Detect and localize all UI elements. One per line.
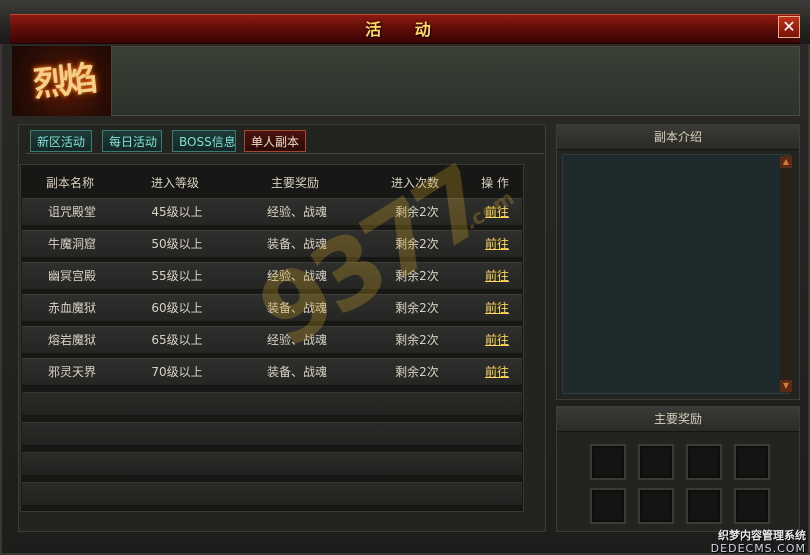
tab-solo-dungeon[interactable]: 单人副本 <box>244 130 306 152</box>
dungeon-times: 剩余2次 <box>395 205 439 219</box>
dungeon-times: 剩余2次 <box>395 365 439 379</box>
table-row: 牛魔洞窟 50级以上 装备、战魂 剩余2次 前往 <box>22 230 522 258</box>
reward-slot[interactable] <box>638 488 674 524</box>
tab-daily-activity[interactable]: 每日活动 <box>102 130 162 152</box>
scroll-down-icon[interactable]: ▼ <box>780 380 792 392</box>
dungeon-name: 赤血魔狱 <box>47 301 96 315</box>
reward-slot[interactable] <box>590 444 626 480</box>
table-row: 幽冥宫殿 55级以上 经验、战魂 剩余2次 前往 <box>22 262 522 290</box>
dungeon-name: 邪灵天界 <box>47 365 96 379</box>
empty-table-row <box>22 452 522 476</box>
table-row: 邪灵天界 70级以上 装备、战魂 剩余2次 前往 <box>22 358 522 386</box>
dungeon-times: 剩余2次 <box>395 301 439 315</box>
dungeon-reward: 装备、战魂 <box>266 301 327 315</box>
dungeon-reward: 经验、战魂 <box>266 333 327 347</box>
dungeon-level: 45级以上 <box>151 205 203 219</box>
go-button[interactable]: 前往 <box>485 237 509 251</box>
dungeon-reward: 装备、战魂 <box>266 237 327 251</box>
credit-watermark: 织梦内容管理系统 <box>718 529 806 542</box>
header-name: 副本名称 <box>45 176 94 190</box>
table-row: 熔岩魔狱 65级以上 经验、战魂 剩余2次 前往 <box>22 326 522 354</box>
dungeon-name: 牛魔洞窟 <box>47 237 96 251</box>
reward-panel-title: 主要奖励 <box>557 407 799 432</box>
window-title: 活 动 <box>365 20 445 39</box>
dungeon-intro-title: 副本介绍 <box>557 125 799 150</box>
intro-scrollbar[interactable]: ▲ ▼ <box>780 156 792 392</box>
reward-slot[interactable] <box>686 444 722 480</box>
table-row: 赤血魔狱 60级以上 装备、战魂 剩余2次 前往 <box>22 294 522 322</box>
dungeon-name: 诅咒殿堂 <box>47 205 96 219</box>
dungeon-level: 60级以上 <box>151 301 203 315</box>
go-button[interactable]: 前往 <box>485 269 509 283</box>
reward-slot[interactable] <box>734 488 770 524</box>
header-action: 操 作 <box>481 176 509 190</box>
go-button[interactable]: 前往 <box>485 365 509 379</box>
table-header: 副本名称 进入等级 主要奖励 进入次数 操 作 <box>20 174 524 196</box>
dungeon-reward: 经验、战魂 <box>266 205 327 219</box>
dungeon-level: 70级以上 <box>151 365 203 379</box>
dungeon-times: 剩余2次 <box>395 269 439 283</box>
go-button[interactable]: 前往 <box>485 301 509 315</box>
empty-table-row <box>22 422 522 446</box>
dungeon-intro-content <box>562 154 790 394</box>
credit-watermark-url: DEDECMS.COM <box>710 542 806 555</box>
dungeon-level: 65级以上 <box>151 333 203 347</box>
header-level: 进入等级 <box>150 176 199 190</box>
scroll-up-icon[interactable]: ▲ <box>780 156 792 168</box>
header-times: 进入次数 <box>390 176 439 190</box>
dungeon-times: 剩余2次 <box>395 333 439 347</box>
dungeon-name: 幽冥宫殿 <box>47 269 96 283</box>
empty-table-row <box>22 482 522 506</box>
reward-slot[interactable] <box>734 444 770 480</box>
reward-slot[interactable] <box>686 488 722 524</box>
reward-slot[interactable] <box>590 488 626 524</box>
dungeon-reward: 经验、战魂 <box>266 269 327 283</box>
header-reward: 主要奖励 <box>270 176 319 190</box>
dungeon-level: 55级以上 <box>151 269 203 283</box>
reward-slot[interactable] <box>638 444 674 480</box>
game-logo-text: 烈焰 <box>31 58 96 106</box>
tab-divider <box>26 153 544 154</box>
table-row: 诅咒殿堂 45级以上 经验、战魂 剩余2次 前往 <box>22 198 522 226</box>
dungeon-reward: 装备、战魂 <box>266 365 327 379</box>
dungeon-level: 50级以上 <box>151 237 203 251</box>
empty-table-row <box>22 392 522 416</box>
tab-new-server-activity[interactable]: 新区活动 <box>30 130 92 152</box>
banner <box>12 46 800 116</box>
dungeon-times: 剩余2次 <box>395 237 439 251</box>
close-button[interactable]: ✕ <box>778 16 800 38</box>
dungeon-name: 熔岩魔狱 <box>47 333 96 347</box>
go-button[interactable]: 前往 <box>485 333 509 347</box>
tab-boss-info[interactable]: BOSS信息 <box>172 130 236 152</box>
